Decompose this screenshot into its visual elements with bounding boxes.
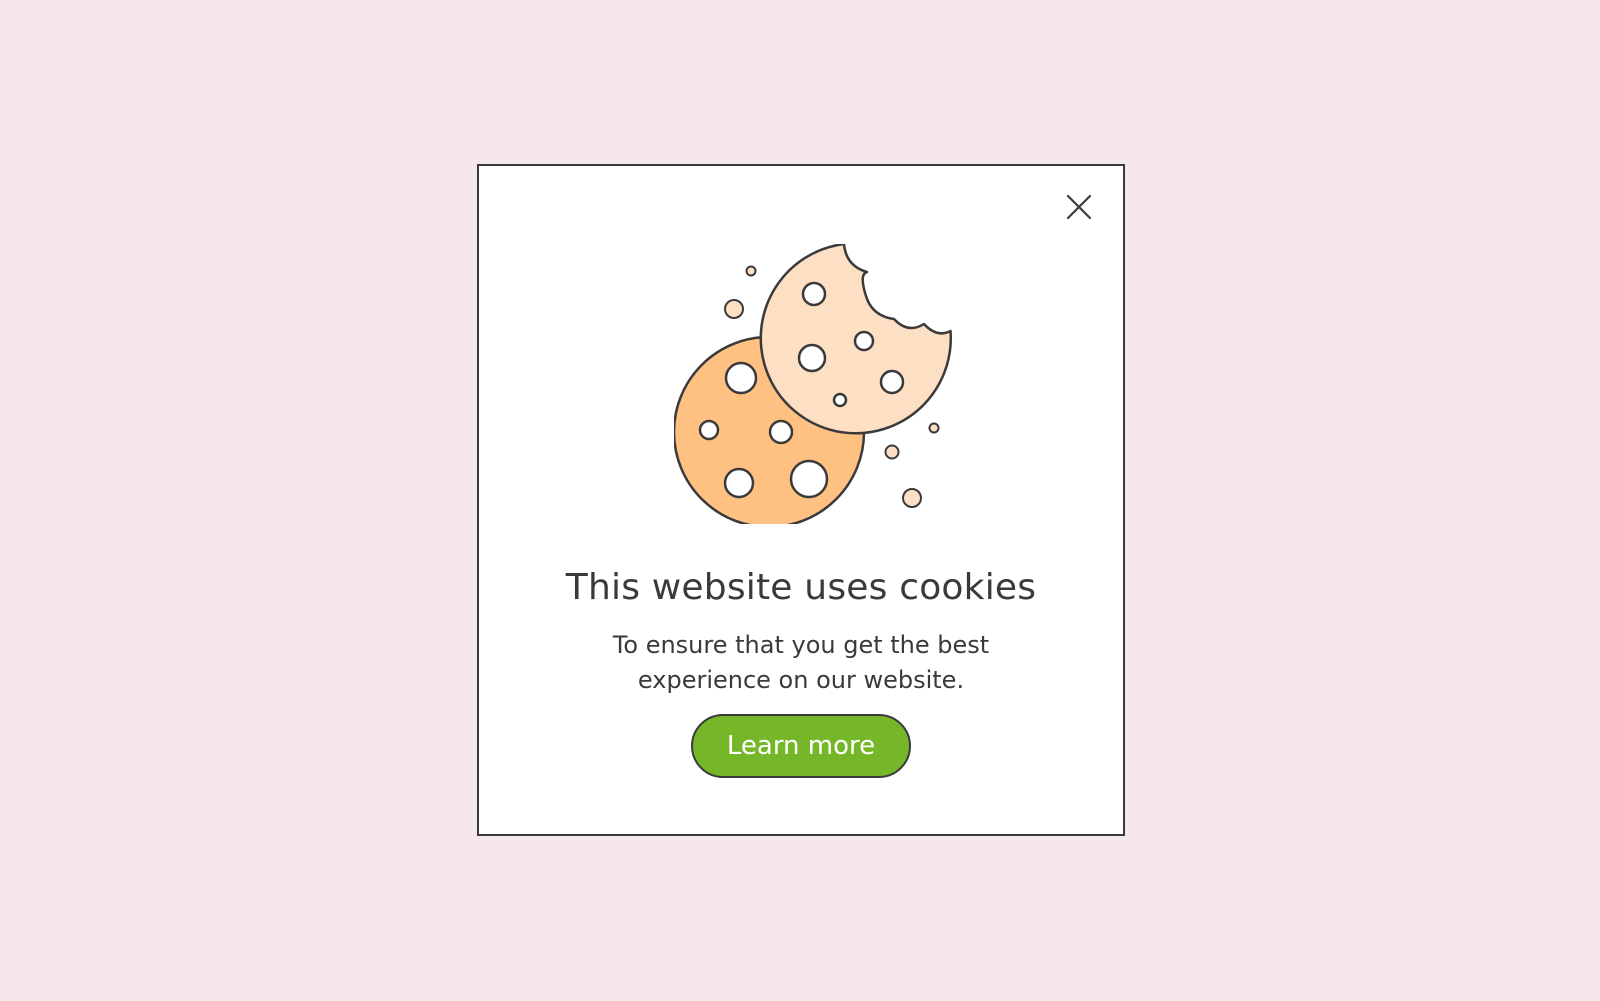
cookies-illustration-icon (674, 244, 953, 524)
learn-more-button[interactable]: Learn more (691, 714, 911, 778)
page-background: { "popup": { "title": "This website uses… (0, 0, 1600, 1001)
close-button[interactable] (1064, 192, 1094, 222)
cookies-illustration (674, 244, 964, 524)
close-icon (1066, 194, 1092, 220)
dialog-message: To ensure that you get the best experien… (612, 631, 990, 694)
dialog-title: This website uses cookies (565, 567, 1037, 608)
cookie-consent-dialog: This website uses cookies To ensure that… (477, 164, 1125, 836)
